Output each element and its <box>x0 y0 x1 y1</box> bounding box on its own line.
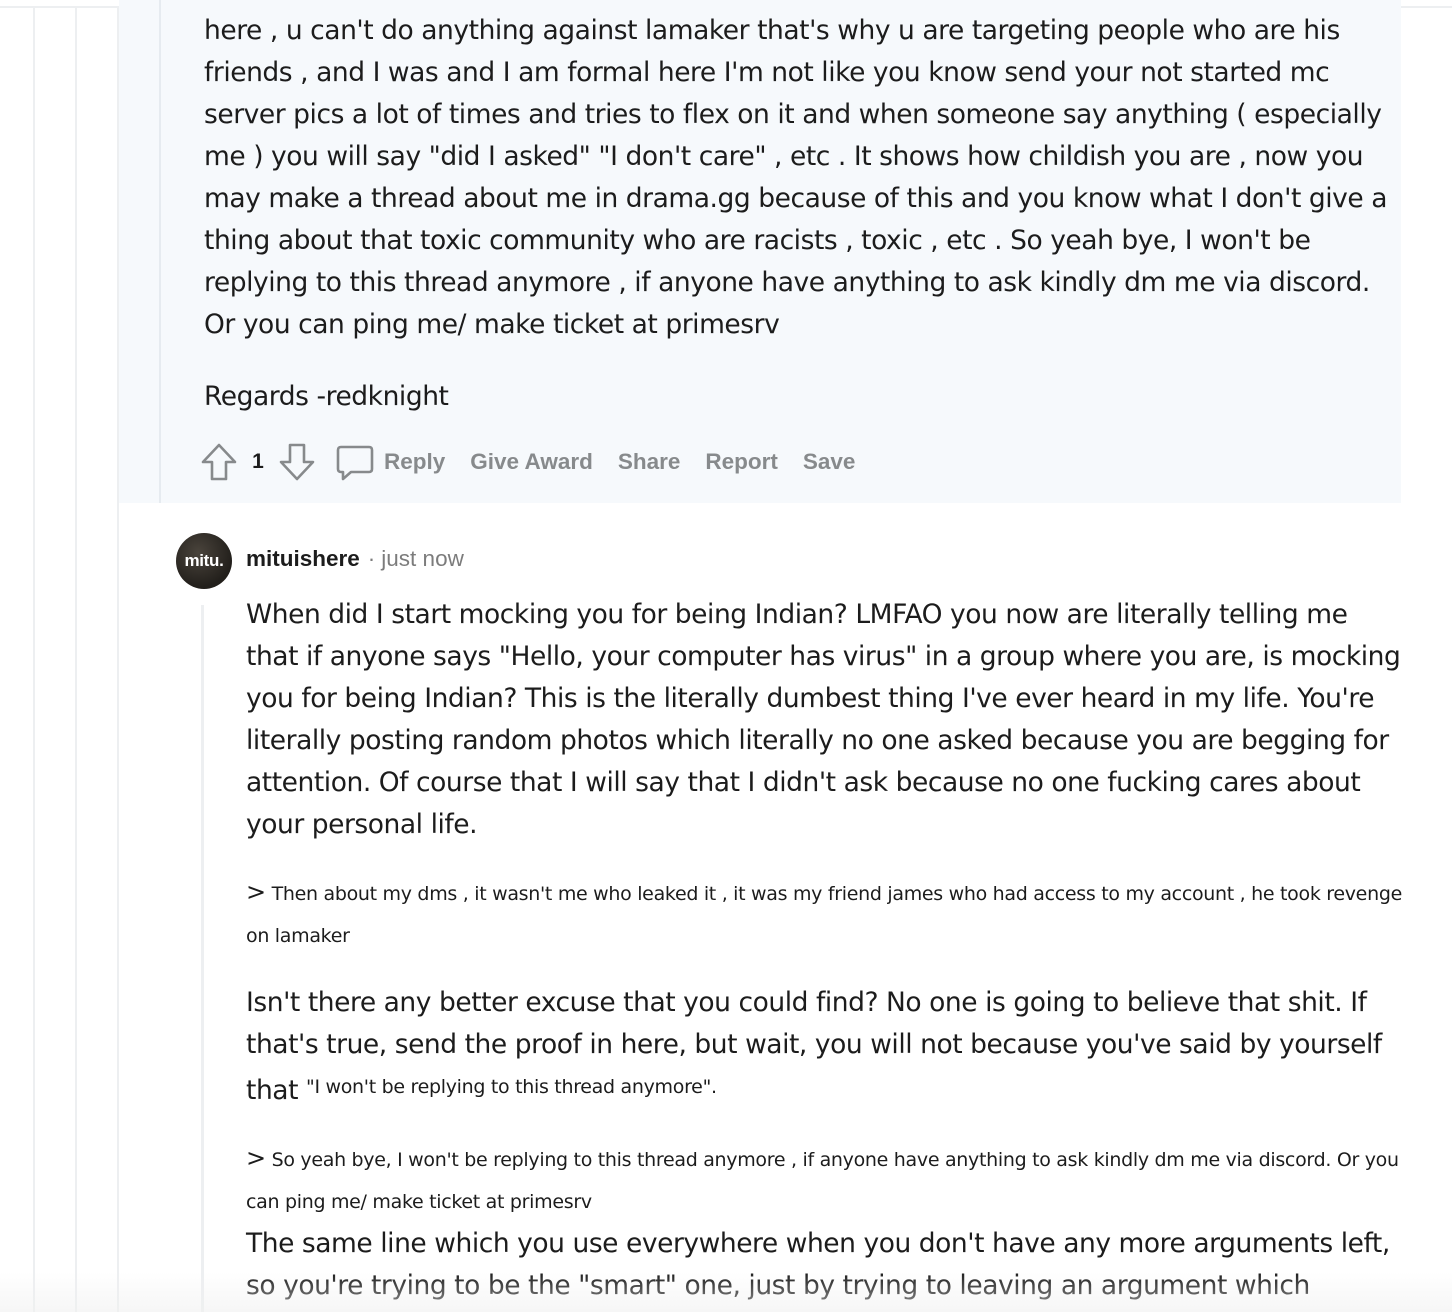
reply-thread-line[interactable] <box>201 605 204 1312</box>
quote-text: Then about my dms , it wasn't me who lea… <box>246 883 1402 947</box>
quote-marker: > <box>246 878 266 906</box>
parent-comment-paragraph: here , u can't do anything against lamak… <box>204 15 1388 340</box>
avatar[interactable]: mitu. <box>176 533 232 589</box>
vote-score: 1 <box>252 450 264 473</box>
parent-comment-signoff: Regards -redknight <box>204 381 449 412</box>
avatar-label: mitu. <box>184 551 224 570</box>
reply-paragraph-2: Isn't there any better excuse that you c… <box>246 982 1406 1112</box>
comment-icon[interactable] <box>334 440 376 484</box>
report-button[interactable]: Report <box>705 449 778 475</box>
meta-separator: · <box>367 546 376 571</box>
parent-comment-body: here , u can't do anything against lamak… <box>204 10 1398 346</box>
upvote-icon[interactable] <box>198 440 240 484</box>
reply-comment-body: When did I start mocking you for being I… <box>246 594 1406 1307</box>
comment-meta: mituishere · just now <box>246 546 464 572</box>
comment-action-bar: 1 Reply Give Award Share Report Save <box>198 440 880 484</box>
share-button[interactable]: Share <box>618 449 681 475</box>
thread-line-level-1[interactable] <box>33 8 35 1312</box>
blockquote-1: > Then about my dms , it wasn't me who l… <box>246 871 1406 957</box>
reply-button[interactable]: Reply <box>384 449 445 475</box>
comment-thread-view: here , u can't do anything against lamak… <box>0 0 1452 1312</box>
quote-text: So yeah bye, I won't be replying to this… <box>246 1149 1399 1213</box>
blockquote-2: > So yeah bye, I won't be replying to th… <box>246 1137 1406 1223</box>
reply-paragraph-1: When did I start mocking you for being I… <box>246 599 1401 840</box>
quote-marker: > <box>246 1144 266 1172</box>
superscript-text: "I won't be replying to this thread anym… <box>306 1076 717 1098</box>
thread-line-level-2[interactable] <box>75 8 77 1312</box>
save-button[interactable]: Save <box>803 449 856 475</box>
timestamp[interactable]: just now <box>381 546 464 571</box>
scroll-fade <box>0 1272 1452 1312</box>
thread-line-level-4[interactable] <box>159 0 161 503</box>
give-award-button[interactable]: Give Award <box>470 449 593 475</box>
username-link[interactable]: mituishere <box>246 546 360 571</box>
downvote-icon[interactable] <box>276 440 318 484</box>
